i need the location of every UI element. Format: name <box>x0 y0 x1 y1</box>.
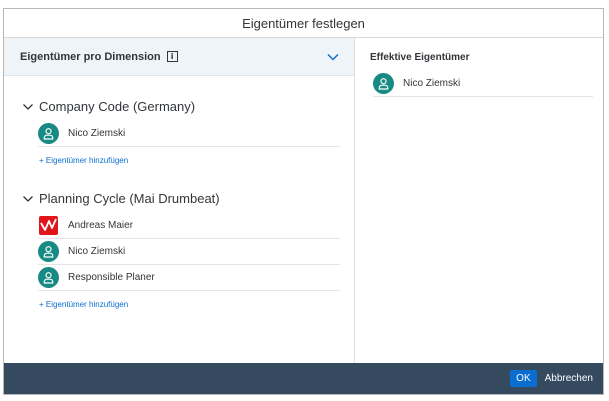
dialog-footer: OK Abbrechen <box>4 363 603 394</box>
owners-per-dimension-pane: Eigentümer pro Dimension i Company Code … <box>4 38 355 363</box>
owner-name: Nico Ziemski <box>68 246 126 257</box>
user-avatar-icon <box>38 267 59 288</box>
info-icon[interactable]: i <box>166 51 178 62</box>
group-title-label: Planning Cycle (Mai Drumbeat) <box>39 191 220 206</box>
add-owner-link[interactable]: + Eigentümer hinzufügen <box>39 300 128 309</box>
dialog-title: Eigentümer festlegen <box>242 15 365 31</box>
add-owner-link[interactable]: + Eigentümer hinzufügen <box>39 156 128 165</box>
owner-name: Nico Ziemski <box>403 78 461 89</box>
cancel-button[interactable]: Abbrechen <box>545 373 593 384</box>
group-title-company-code[interactable]: Company Code (Germany) <box>22 99 195 114</box>
chevron-down-icon[interactable] <box>22 101 34 113</box>
user-avatar-icon <box>373 73 394 94</box>
chevron-down-icon[interactable] <box>326 50 340 64</box>
ok-button[interactable]: OK <box>510 370 537 387</box>
dialog-title-bar: Eigentümer festlegen <box>4 9 603 38</box>
owner-row: Andreas Maier <box>38 213 340 239</box>
owner-row: Nico Ziemski <box>38 121 340 147</box>
group-title-planning-cycle[interactable]: Planning Cycle (Mai Drumbeat) <box>22 191 220 206</box>
effective-owners-title: Effektive Eigentümer <box>370 52 470 63</box>
owner-name: Responsible Planer <box>68 272 155 283</box>
owner-name: Nico Ziemski <box>68 128 126 139</box>
user-avatar-icon <box>38 123 59 144</box>
owner-name: Andreas Maier <box>68 220 134 231</box>
chevron-down-icon[interactable] <box>22 193 34 205</box>
owner-row: Responsible Planer <box>38 265 340 291</box>
effective-owner-row: Nico Ziemski <box>373 71 593 97</box>
owner-row: Nico Ziemski <box>38 239 340 265</box>
owner-dialog: Eigentümer festlegen Eigentümer pro Dime… <box>3 8 604 395</box>
group-title-label: Company Code (Germany) <box>39 99 196 114</box>
dimension-panel-header[interactable]: Eigentümer pro Dimension i <box>4 38 354 76</box>
user-avatar-icon <box>38 241 59 262</box>
dimension-panel-title: Eigentümer pro Dimension <box>20 50 161 63</box>
effective-owners-pane: Effektive Eigentümer Nico Ziemski <box>355 38 603 363</box>
app-logo-icon <box>38 215 59 236</box>
